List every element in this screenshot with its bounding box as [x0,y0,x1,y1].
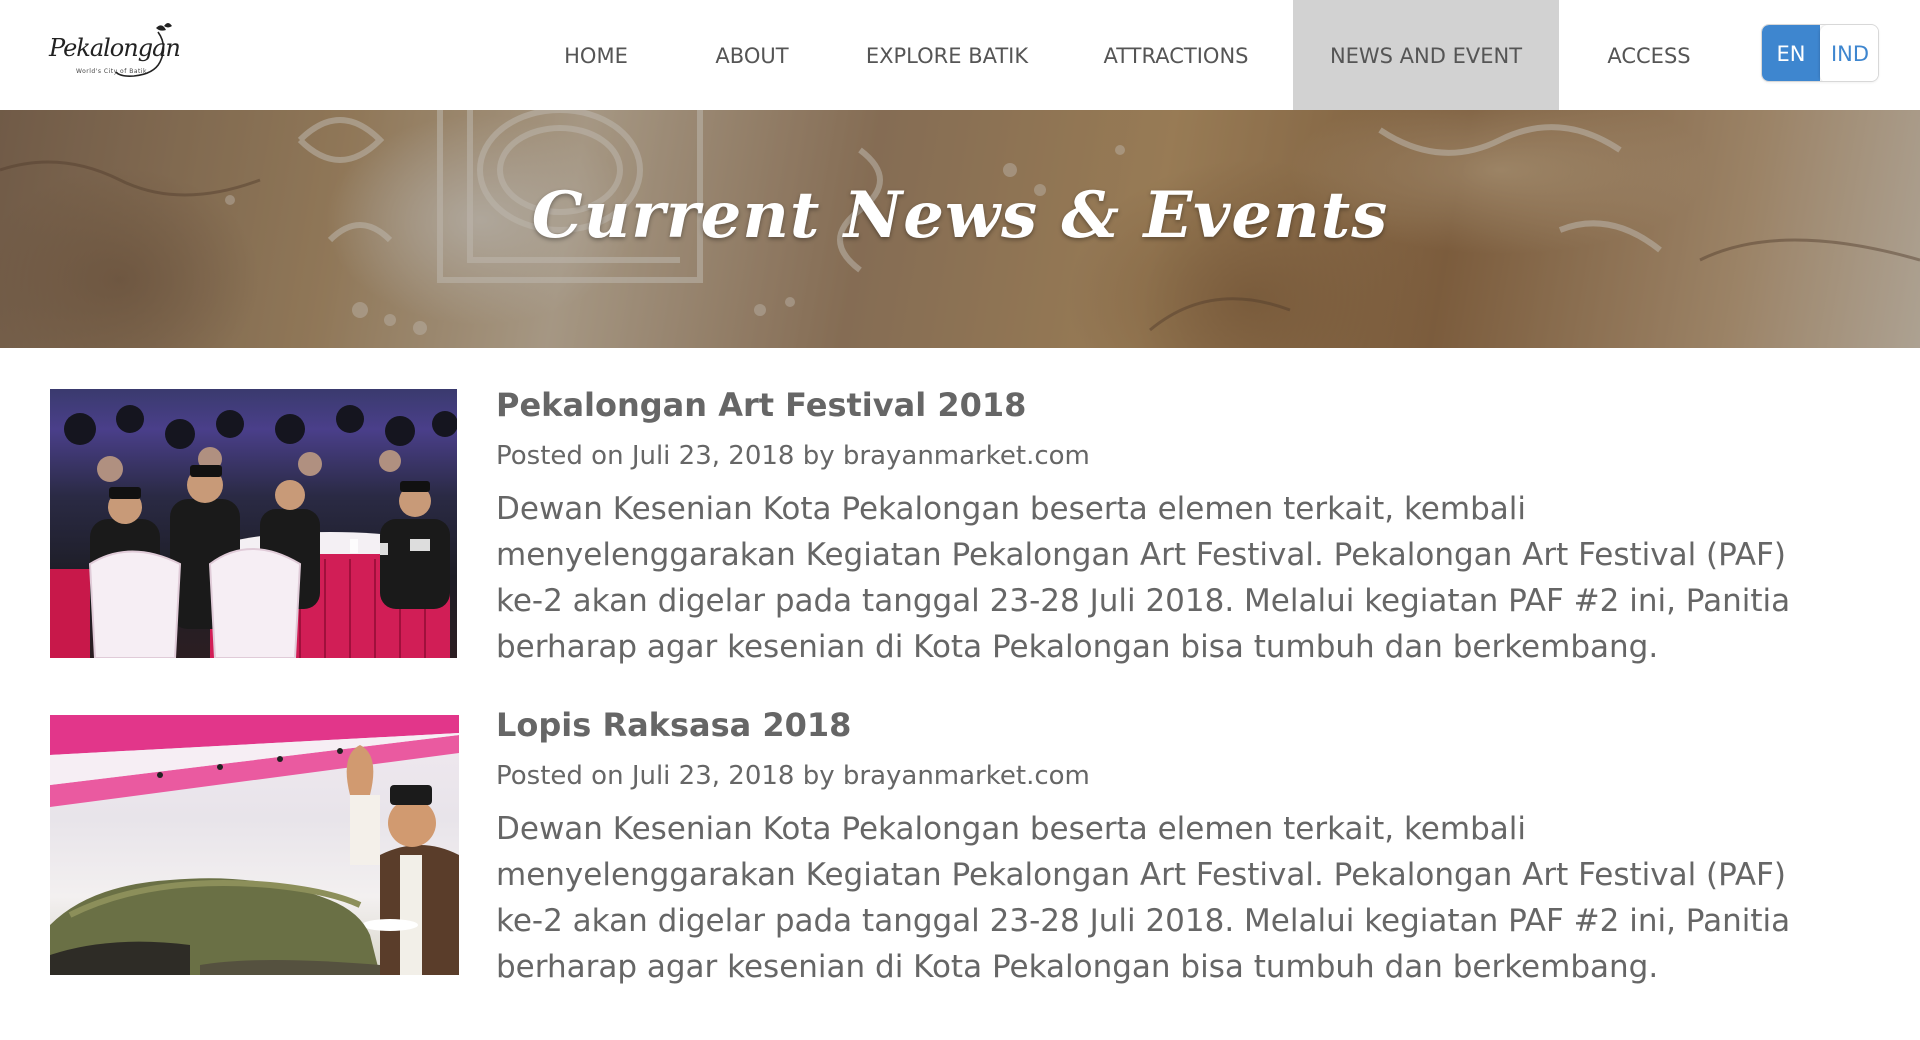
nav-access[interactable]: ACCESS [1590,0,1708,110]
nav-attractions[interactable]: ATTRACTIONS [1094,0,1258,110]
page-title: Current News & Events [531,178,1389,253]
lang-en-button[interactable]: EN [1762,25,1820,81]
site-header: Pekalongan World's City of Batik HOME AB… [0,0,1920,110]
logo-wordmark: Pekalongan [49,34,181,62]
post-title[interactable]: Pekalongan Art Festival 2018 [496,386,1026,424]
post-thumbnail[interactable] [50,715,459,975]
lopis-raksasa-image [50,715,459,975]
nav-explore-batik[interactable]: EXPLORE BATIK [858,0,1036,110]
post-thumbnail[interactable] [50,389,457,658]
lang-ind-button[interactable]: IND [1820,25,1878,81]
post-title[interactable]: Lopis Raksasa 2018 [496,706,851,744]
post-excerpt: Dewan Kesenian Kota Pekalongan beserta e… [496,811,1791,985]
festival-audience-image [50,405,457,658]
nav-home[interactable]: HOME [544,0,648,110]
language-switcher: EN IND [1761,24,1879,82]
post-meta: Posted on Juli 23, 2018 by brayanmarket.… [496,441,1090,471]
nav-news-and-event[interactable]: NEWS AND EVENT [1293,0,1559,110]
site-logo[interactable]: Pekalongan World's City of Batik [46,22,181,86]
logo-tagline: World's City of Batik [76,68,148,75]
post-meta: Posted on Juli 23, 2018 by brayanmarket.… [496,761,1090,791]
nav-about[interactable]: ABOUT [700,0,804,110]
page-banner: Current News & Events [0,110,1920,348]
post-excerpt: Dewan Kesenian Kota Pekalongan beserta e… [496,491,1791,665]
